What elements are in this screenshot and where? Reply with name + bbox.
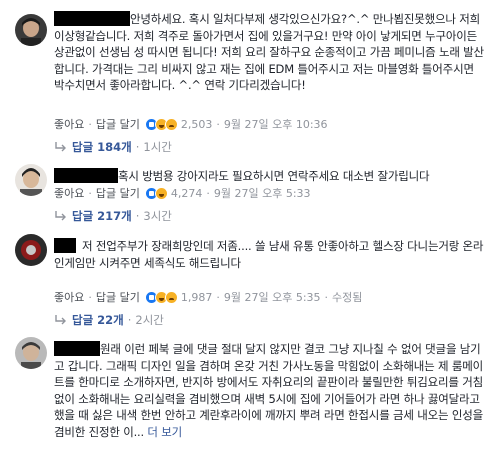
reaction-count[interactable]: 2,503	[181, 118, 213, 131]
reaction-icons[interactable]	[144, 290, 178, 304]
reply-arrow-icon	[54, 211, 68, 221]
author-name-redacted[interactable]	[54, 238, 76, 253]
like-button[interactable]: 좋아요	[54, 289, 84, 305]
timestamp[interactable]: 9월 27일 오후 5:35	[224, 289, 321, 305]
replies-count[interactable]: 답글 184개	[72, 139, 132, 155]
view-replies-link[interactable]: 답글 22개 · 2시간	[54, 312, 164, 328]
reply-arrow-icon	[54, 315, 68, 325]
avatar[interactable]	[15, 164, 47, 196]
comment-actions: 좋아요 · 답글 달기 4,274 · 9월 27일 오후 5:33	[54, 185, 311, 201]
replies-count[interactable]: 답글 22개	[72, 312, 124, 328]
comment-text: 저 전업주부가 장래희망인데 저좀.... 쓸 냠새 유통 안좋아하고 헬스장 …	[54, 238, 484, 270]
reaction-count[interactable]: 1,987	[181, 291, 213, 304]
replies-time: 1시간	[143, 140, 172, 154]
reaction-icons[interactable]	[144, 186, 168, 200]
view-replies-link[interactable]: 답글 217개 · 3시간	[54, 208, 172, 224]
reply-button[interactable]: 답글 달기	[96, 289, 140, 305]
timestamp[interactable]: 9월 27일 오후 10:36	[224, 116, 328, 132]
comment-actions: 좋아요 · 답글 달기 1,987 · 9월 27일 오후 5:35 · 수정됨	[54, 289, 363, 305]
like-button[interactable]: 좋아요	[54, 116, 84, 132]
author-name-redacted[interactable]	[54, 168, 118, 183]
comment-text: 혹시 방범용 강아지라도 필요하시면 연락주세요 대소변 잘가립니다	[54, 168, 484, 185]
view-replies-link[interactable]: 답글 184개 · 1시간	[54, 139, 172, 155]
sad-reaction-icon	[164, 117, 178, 131]
haha-reaction-icon	[154, 186, 168, 200]
sad-reaction-icon	[164, 290, 178, 304]
comment-actions: 좋아요 · 답글 달기 2,503 · 9월 27일 오후 10:36	[54, 116, 328, 132]
reaction-count[interactable]: 4,274	[171, 187, 203, 200]
replies-count[interactable]: 답글 217개	[72, 208, 132, 224]
see-more-link[interactable]: 더 보기	[147, 425, 182, 439]
reply-button[interactable]: 답글 달기	[96, 116, 140, 132]
edited-label[interactable]: 수정됨	[332, 289, 362, 305]
replies-time: 3시간	[143, 209, 172, 223]
like-button[interactable]: 좋아요	[54, 185, 84, 201]
comment-text: 원래 이런 페북 글에 댓글 절대 달지 않지만 결코 그냥 지나칠 수 없어 …	[54, 341, 483, 439]
avatar[interactable]	[15, 337, 47, 369]
timestamp[interactable]: 9월 27일 오후 5:33	[214, 185, 311, 201]
reply-button[interactable]: 답글 달기	[96, 185, 140, 201]
replies-time: 2시간	[135, 313, 164, 327]
avatar[interactable]	[15, 14, 47, 46]
avatar[interactable]	[15, 234, 47, 266]
author-name-redacted[interactable]	[54, 341, 100, 356]
comment-text: 안녕하세요. 혹시 일처다부제 생각있으신가요?^.^ 만나뵙진못했으나 저희 …	[54, 11, 484, 92]
reaction-icons[interactable]	[144, 117, 178, 131]
reply-arrow-icon	[54, 142, 68, 152]
author-name-redacted[interactable]	[54, 11, 130, 26]
